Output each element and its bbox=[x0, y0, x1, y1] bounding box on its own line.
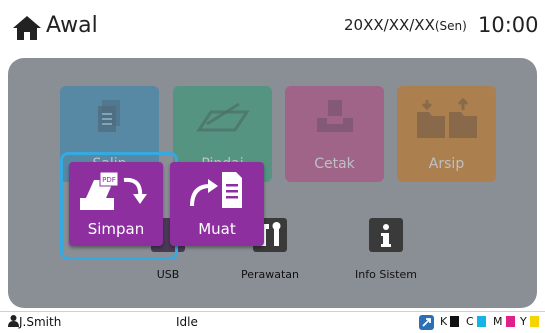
clock: 10:00 bbox=[478, 13, 539, 37]
ink-m: M bbox=[493, 315, 515, 329]
ink-k-label: K bbox=[440, 315, 448, 328]
ink-k: K bbox=[440, 315, 460, 329]
maintenance-label: Perawatan bbox=[240, 268, 300, 281]
ink-c: C bbox=[466, 315, 486, 329]
ink-m-label: M bbox=[493, 315, 503, 328]
info-icon bbox=[369, 218, 403, 252]
load-label: Muat bbox=[198, 220, 236, 238]
system-info-label: Info Sistem bbox=[355, 268, 417, 281]
user-name: J.Smith bbox=[19, 315, 62, 329]
ink-k-swatch bbox=[450, 316, 460, 327]
system-info-button[interactable]: Info Sistem bbox=[355, 218, 417, 288]
status-bar: J.Smith Idle K C M Y bbox=[0, 311, 545, 333]
save-pdf-icon: PDF bbox=[80, 171, 147, 210]
save-label: Simpan bbox=[87, 220, 145, 238]
archive-tile[interactable]: Arsip bbox=[397, 86, 496, 182]
network-icon[interactable] bbox=[419, 315, 434, 330]
ink-c-label: C bbox=[466, 315, 474, 328]
ink-y-label: Y bbox=[520, 315, 527, 328]
user-indicator[interactable]: J.Smith bbox=[8, 315, 61, 329]
print-tile[interactable]: Cetak bbox=[285, 86, 384, 182]
svg-text:PDF: PDF bbox=[102, 176, 116, 184]
load-icon bbox=[190, 172, 242, 208]
save-button[interactable]: PDF Simpan bbox=[69, 162, 163, 246]
ink-y: Y bbox=[520, 315, 539, 329]
machine-status: Idle bbox=[176, 315, 198, 329]
ink-y-swatch bbox=[529, 316, 539, 327]
archive-dimmer bbox=[397, 86, 496, 182]
home-screen: Awal 20XX/XX/XX(Sen) 10:00 Salin Pindai bbox=[0, 0, 545, 333]
ink-m-swatch bbox=[505, 316, 515, 327]
home-icon[interactable] bbox=[12, 14, 42, 42]
date-display: 20XX/XX/XX(Sen) bbox=[344, 16, 467, 34]
print-dimmer bbox=[285, 86, 384, 182]
load-button[interactable]: Muat bbox=[170, 162, 264, 246]
user-icon bbox=[8, 315, 19, 327]
page-title: Awal bbox=[46, 13, 98, 38]
header: Awal 20XX/XX/XX(Sen) 10:00 bbox=[0, 0, 545, 56]
day-value: (Sen) bbox=[434, 19, 467, 33]
date-value: 20XX/XX/XX bbox=[344, 16, 435, 34]
ink-c-swatch bbox=[476, 316, 486, 327]
